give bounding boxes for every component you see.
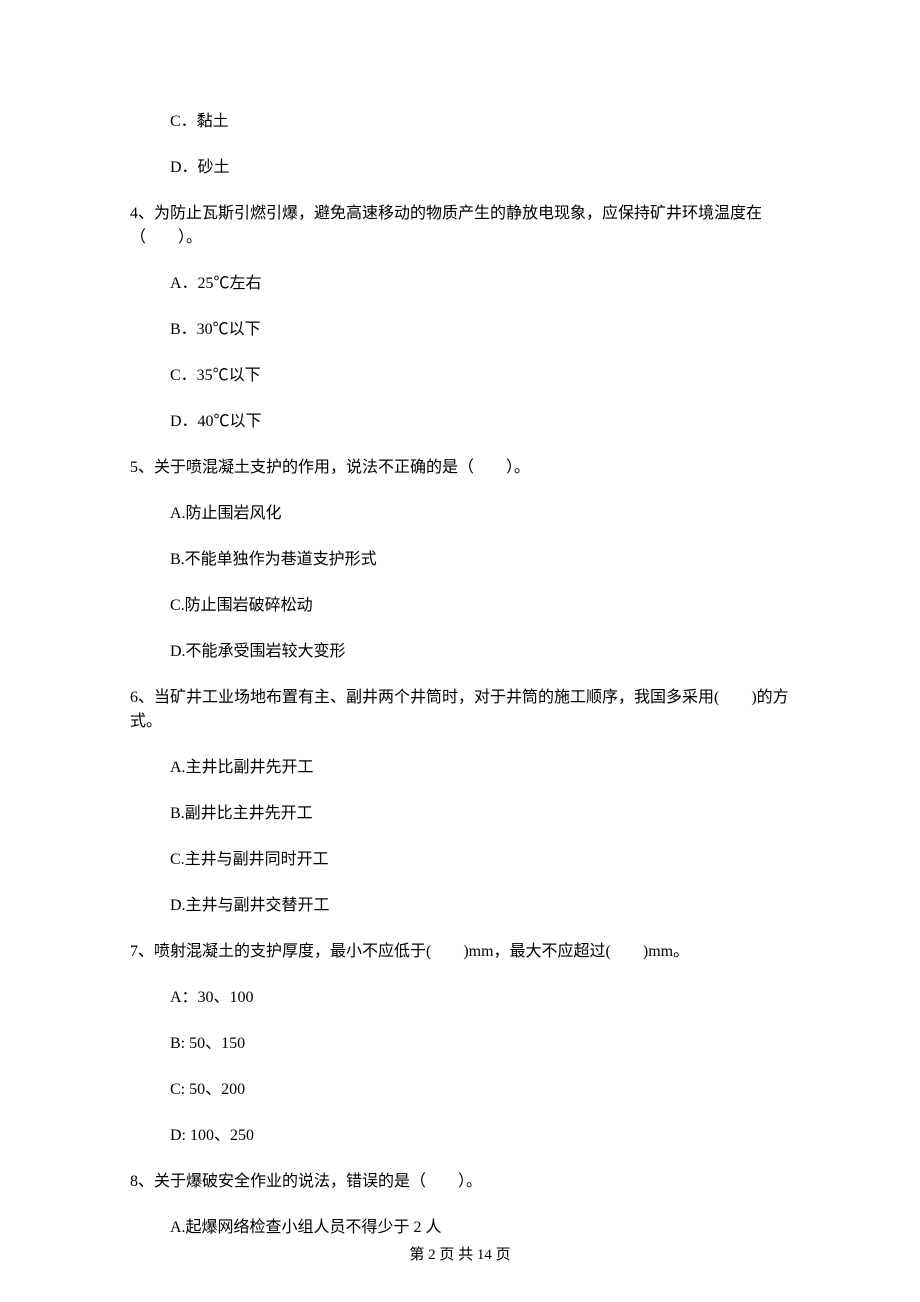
q7-text: 7、喷射混凝土的支护厚度，最小不应低于( )mm，最大不应超过( )mm。 — [130, 940, 790, 964]
q7-option-d: D: 100、250 — [130, 1124, 790, 1148]
q6-text: 6、当矿井工业场地布置有主、副井两个井筒时，对于井筒的施工顺序，我国多采用( )… — [130, 686, 790, 734]
q5-option-b: B.不能单独作为巷道支护形式 — [130, 548, 790, 572]
q6-option-d: D.主井与副井交替开工 — [130, 894, 790, 918]
q5-option-a: A.防止围岩风化 — [130, 502, 790, 526]
q5-option-c: C.防止围岩破碎松动 — [130, 594, 790, 618]
q6-option-a: A.主井比副井先开工 — [130, 756, 790, 780]
q5-text: 5、关于喷混凝土支护的作用，说法不正确的是（ ）。 — [130, 456, 790, 480]
q4-option-a: A．25℃左右 — [130, 272, 790, 296]
q5-option-d: D.不能承受围岩较大变形 — [130, 640, 790, 664]
q8-option-a: A.起爆网络检查小组人员不得少于 2 人 — [130, 1216, 790, 1240]
q6-option-b: B.副井比主井先开工 — [130, 802, 790, 826]
q7-option-b: B: 50、150 — [130, 1032, 790, 1056]
q8-text: 8、关于爆破安全作业的说法，错误的是（ ）。 — [130, 1170, 790, 1194]
q4-option-b: B．30℃以下 — [130, 318, 790, 342]
q7-option-a: A：30、100 — [130, 986, 790, 1010]
q7-option-c: C: 50、200 — [130, 1078, 790, 1102]
q4-option-d: D．40℃以下 — [130, 410, 790, 434]
q6-option-c: C.主井与副井同时开工 — [130, 848, 790, 872]
page-footer: 第 2 页 共 14 页 — [0, 1244, 920, 1267]
q3-option-c: C．黏土 — [130, 110, 790, 134]
q3-option-d: D．砂土 — [130, 156, 790, 180]
q4-option-c: C．35℃以下 — [130, 364, 790, 388]
q4-text: 4、为防止瓦斯引燃引爆，避免高速移动的物质产生的静放电现象，应保持矿井环境温度在… — [130, 202, 790, 250]
